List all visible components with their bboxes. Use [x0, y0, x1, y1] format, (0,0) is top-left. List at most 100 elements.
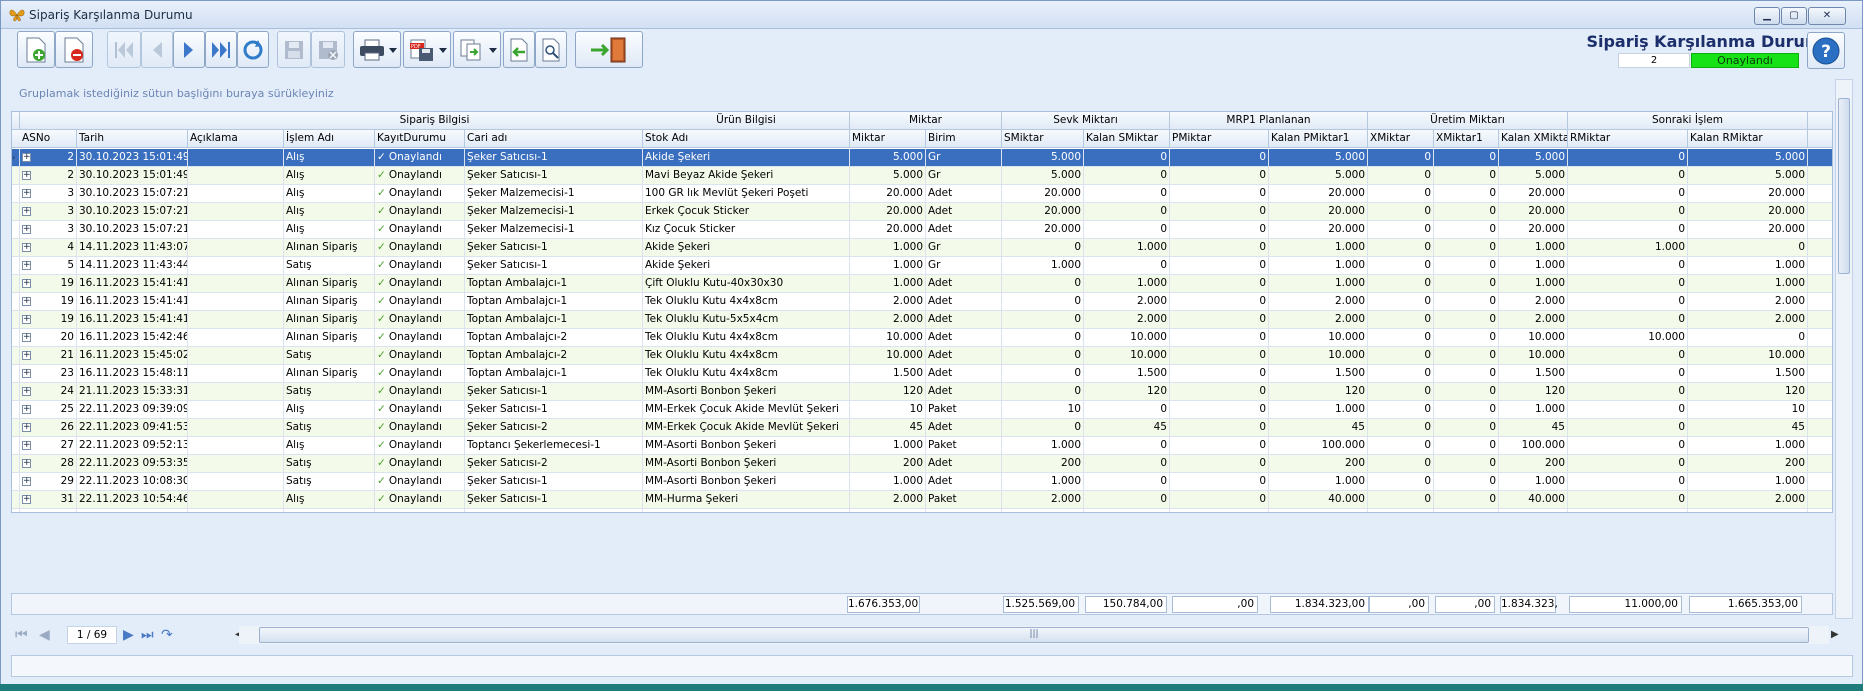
- table-row[interactable]: ›414.11.2023 11:43:07Alınan Sipariş✓Onay…: [12, 239, 1832, 257]
- print-dropdown-icon[interactable]: [389, 48, 397, 53]
- column-header[interactable]: KayıtDurumu: [375, 130, 465, 148]
- search-button[interactable]: [535, 31, 567, 68]
- cancel-save-button[interactable]: [311, 31, 345, 68]
- row-expander[interactable]: +: [18, 185, 34, 203]
- row-expander[interactable]: +: [18, 203, 34, 221]
- column-header[interactable]: XMiktar1: [1434, 130, 1499, 148]
- row-expander[interactable]: +: [18, 329, 34, 347]
- horizontal-scroll-thumb[interactable]: |||: [259, 627, 1809, 643]
- column-header[interactable]: Kalan XMiktar: [1499, 130, 1568, 148]
- column-header[interactable]: PMiktar: [1170, 130, 1269, 148]
- plus-icon[interactable]: +: [22, 387, 31, 396]
- import-button[interactable]: [503, 31, 535, 68]
- last-record-button[interactable]: [205, 31, 237, 68]
- row-expander[interactable]: +: [18, 491, 34, 509]
- plus-icon[interactable]: +: [22, 477, 31, 486]
- row-expander[interactable]: +: [18, 221, 34, 239]
- new-record-button[interactable]: [17, 31, 55, 68]
- plus-icon[interactable]: +: [22, 405, 31, 414]
- column-header[interactable]: RMiktar: [1568, 130, 1688, 148]
- row-expander[interactable]: +: [18, 239, 34, 257]
- copy-button[interactable]: [453, 31, 501, 68]
- help-button[interactable]: ?: [1807, 32, 1845, 69]
- table-row[interactable]: ›3122.11.2023 10:54:46Alış✓OnaylandıŞeke…: [12, 491, 1832, 509]
- close-button[interactable]: ✕: [1808, 7, 1846, 25]
- table-row[interactable]: ›2822.11.2023 09:53:35Satış✓OnaylandıŞek…: [12, 455, 1832, 473]
- plus-icon[interactable]: +: [22, 441, 31, 450]
- table-row[interactable]: ›330.10.2023 15:07:21Alış✓OnaylandıŞeker…: [12, 203, 1832, 221]
- row-expander[interactable]: +: [18, 437, 34, 455]
- pdf-dropdown-icon[interactable]: [439, 48, 447, 53]
- row-expander[interactable]: +: [18, 347, 34, 365]
- print-button[interactable]: [353, 31, 401, 68]
- table-row[interactable]: ›514.11.2023 11:43:44Satış✓OnaylandıŞeke…: [12, 257, 1832, 275]
- plus-icon[interactable]: +: [22, 225, 31, 234]
- table-row[interactable]: ›1916.11.2023 15:41:41Alınan Sipariş✓Ona…: [12, 275, 1832, 293]
- column-header[interactable]: İşlem Adı: [284, 130, 375, 148]
- nav-next-icon[interactable]: ▶: [123, 627, 134, 643]
- plus-icon[interactable]: +: [22, 315, 31, 324]
- table-row[interactable]: ›330.10.2023 15:07:21Alış✓OnaylandıŞeker…: [12, 185, 1832, 203]
- column-header[interactable]: Birim: [926, 130, 1002, 148]
- column-header[interactable]: Kalan RMiktar: [1688, 130, 1808, 148]
- maximize-button[interactable]: ▢: [1781, 7, 1807, 25]
- nav-previous-icon[interactable]: ◀: [39, 627, 50, 643]
- plus-icon[interactable]: +: [22, 423, 31, 432]
- copy-dropdown-icon[interactable]: [489, 48, 497, 53]
- column-header[interactable]: Kalan SMiktar: [1084, 130, 1170, 148]
- table-row[interactable]: ›2016.11.2023 15:42:46Alınan Sipariş✓Ona…: [12, 329, 1832, 347]
- nav-first-icon[interactable]: ⏮: [15, 627, 28, 643]
- row-expander[interactable]: +: [18, 473, 34, 491]
- column-header[interactable]: Stok Adı: [643, 130, 850, 148]
- column-header[interactable]: Cari adı: [465, 130, 643, 148]
- table-row[interactable]: ›1916.11.2023 15:41:41Alınan Sipariş✓Ona…: [12, 293, 1832, 311]
- table-row[interactable]: ›330.10.2023 15:07:21Alış✓OnaylandıŞeker…: [12, 221, 1832, 239]
- row-expander[interactable]: +: [18, 509, 34, 512]
- row-expander[interactable]: +: [18, 167, 34, 185]
- plus-icon[interactable]: +: [22, 189, 31, 198]
- column-header[interactable]: Kalan PMiktar1: [1269, 130, 1368, 148]
- scroll-right-icon[interactable]: ▶: [1831, 629, 1839, 640]
- table-row[interactable]: ›2722.11.2023 09:52:13Alış✓OnaylandıTopt…: [12, 437, 1832, 455]
- nav-last-icon[interactable]: ⏭: [141, 627, 154, 643]
- data-grid[interactable]: Sipariş Bilgisi Ürün Bilgisi Miktar Sevk Mi…: [11, 111, 1833, 513]
- plus-icon[interactable]: +: [22, 297, 31, 306]
- exit-button[interactable]: [575, 31, 643, 68]
- row-expander[interactable]: +: [18, 293, 34, 311]
- table-row[interactable]: ›2922.11.2023 10:08:30Satış✓OnaylandıŞek…: [12, 473, 1832, 491]
- row-expander[interactable]: +: [18, 257, 34, 275]
- previous-record-button[interactable]: [141, 31, 173, 68]
- export-pdf-button[interactable]: PDF: [403, 31, 451, 68]
- row-expander[interactable]: +: [18, 401, 34, 419]
- plus-icon[interactable]: +: [22, 279, 31, 288]
- row-expander[interactable]: +: [18, 383, 34, 401]
- plus-icon[interactable]: +: [22, 351, 31, 360]
- table-row[interactable]: ›2116.11.2023 15:45:02Satış✓OnaylandıTop…: [12, 347, 1832, 365]
- plus-icon[interactable]: +: [22, 333, 31, 342]
- plus-icon[interactable]: +: [22, 153, 31, 162]
- row-expander[interactable]: +: [18, 419, 34, 437]
- column-header[interactable]: Tarih: [77, 130, 188, 148]
- nav-refresh-icon[interactable]: ↷: [161, 627, 173, 643]
- table-row[interactable]: ›2622.11.2023 09:41:53Satış✓OnaylandıŞek…: [12, 419, 1832, 437]
- plus-icon[interactable]: +: [22, 459, 31, 468]
- column-header[interactable]: Miktar: [850, 130, 926, 148]
- plus-icon[interactable]: +: [22, 171, 31, 180]
- plus-icon[interactable]: +: [22, 261, 31, 270]
- row-expander[interactable]: +: [18, 311, 34, 329]
- vertical-scroll-thumb[interactable]: [1838, 98, 1850, 274]
- table-row[interactable]: ›230.10.2023 15:01:49Alış✓OnaylandıŞeker…: [12, 167, 1832, 185]
- column-header[interactable]: ASNo: [20, 130, 77, 148]
- save-button[interactable]: [277, 31, 311, 68]
- plus-icon[interactable]: +: [22, 243, 31, 252]
- first-record-button[interactable]: [107, 31, 141, 68]
- table-row[interactable]: ›2522.11.2023 09:39:09Alış✓OnaylandıŞeke…: [12, 401, 1832, 419]
- row-expander[interactable]: +: [18, 149, 34, 167]
- column-header[interactable]: SMiktar: [1002, 130, 1084, 148]
- table-row[interactable]: ›2421.11.2023 15:33:31Satış✓OnaylandıŞek…: [12, 383, 1832, 401]
- delete-record-button[interactable]: [55, 31, 93, 68]
- plus-icon[interactable]: +: [22, 207, 31, 216]
- vertical-scrollbar[interactable]: [1835, 79, 1853, 619]
- row-expander[interactable]: +: [18, 275, 34, 293]
- plus-icon[interactable]: +: [22, 369, 31, 378]
